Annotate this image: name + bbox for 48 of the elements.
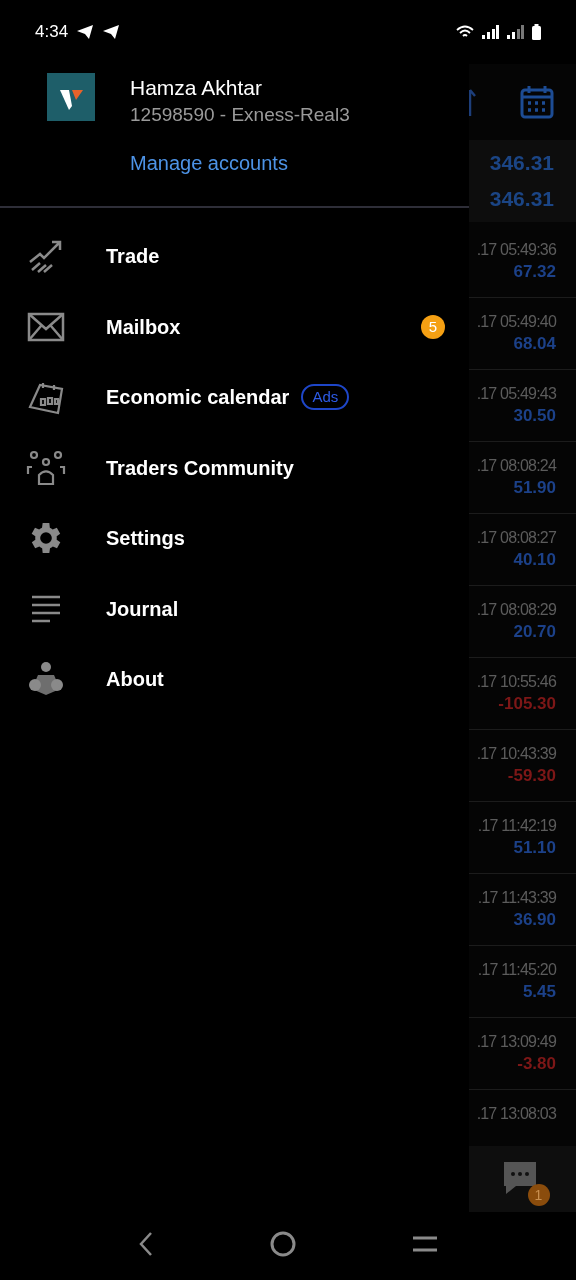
account-number: 12598590 - Exness-Real3 (130, 103, 350, 127)
trade-profit: 51.10 (513, 837, 556, 859)
trade-time: .17 11:45:20 (477, 960, 556, 980)
trade-time: .17 05:49:36 (476, 240, 556, 260)
trade-profit: -105.30 (498, 693, 556, 715)
menu-item[interactable]: Journal (0, 573, 469, 644)
trade-time: .17 13:09:49 (476, 1032, 556, 1052)
trade-time: .17 08:08:27 (476, 528, 556, 548)
trade-time: .17 11:43:39 (477, 888, 556, 908)
total-value: 346.31 (489, 150, 554, 176)
menu-item[interactable]: Traders Community (0, 432, 469, 503)
manage-accounts-link[interactable]: Manage accounts (130, 152, 288, 174)
trade-profit: 20.70 (513, 621, 556, 643)
trade-profit: -59.30 (507, 765, 556, 787)
account-name: Hamza Akhtar (130, 75, 263, 101)
trade-profit: 40.10 (513, 549, 556, 571)
trade-time: .17 05:49:40 (476, 312, 556, 332)
trade-profit: -3.80 (517, 1053, 556, 1075)
menu-label: Journal (106, 596, 179, 622)
chat-badge: 1 (527, 1184, 550, 1206)
trade-time: .17 10:43:39 (476, 744, 556, 764)
menu-label: Economic calendar (106, 385, 290, 411)
trade-time: .17 11:42:19 (477, 816, 556, 836)
trade-profit: 67.32 (513, 261, 556, 283)
trade-time: .17 10:55:46 (476, 672, 556, 692)
trade-time: .17 05:49:43 (476, 384, 556, 404)
menu-label: About (106, 667, 164, 693)
menu-item[interactable]: Mailbox 5 (0, 291, 469, 362)
trade-time: .17 08:08:24 (476, 456, 556, 476)
trade-profit: 5.45 (522, 981, 556, 1003)
menu-item[interactable]: Settings (0, 503, 469, 574)
trade-profit: 30.50 (513, 405, 556, 427)
menu-label: Trade (106, 244, 160, 270)
menu-label: Mailbox (106, 314, 181, 340)
trade-time: .17 13:08:03 (476, 1104, 556, 1124)
unread-count: 5 (421, 314, 445, 339)
total-value: 346.31 (489, 186, 554, 212)
menu-item[interactable]: Economic calendar Ads (0, 362, 469, 433)
trade-profit: 36.90 (513, 909, 556, 931)
menu-label: Settings (106, 526, 185, 552)
trade-time: .17 08:08:29 (476, 600, 556, 620)
menu-item[interactable]: About (0, 644, 469, 715)
clock-time: 4:34 (35, 21, 69, 44)
trade-profit: 51.90 (513, 477, 556, 499)
trade-profit: 68.04 (513, 333, 556, 355)
ads-tag: Ads (301, 384, 350, 411)
menu-item[interactable]: Trade (0, 221, 469, 292)
menu-label: Traders Community (106, 455, 294, 481)
